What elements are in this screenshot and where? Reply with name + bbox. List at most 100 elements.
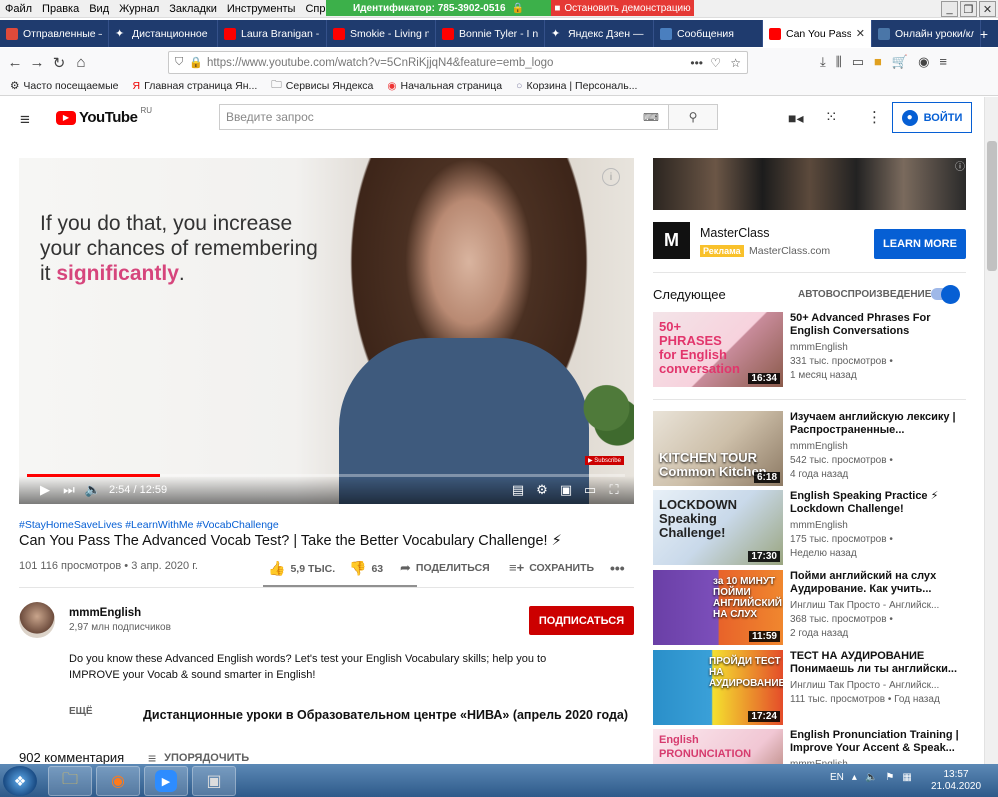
channel-name[interactable]: mmmEnglish xyxy=(69,607,141,619)
page-scrollbar[interactable] xyxy=(984,97,998,764)
flag-icon[interactable]: ⚑ xyxy=(885,772,894,783)
gear-icon[interactable]: ⚙ xyxy=(530,478,554,502)
tab-3[interactable]: Smokie - Living ne xyxy=(327,20,436,47)
like-button[interactable]: 👍 5,9 ТЫС. xyxy=(268,560,335,577)
bookmark-flag-icon[interactable]: ■ xyxy=(874,54,882,70)
taskbar-app[interactable]: ▣ xyxy=(192,766,236,796)
sidebar-icon[interactable]: ▭ xyxy=(852,54,864,70)
masterclass-logo[interactable]: M xyxy=(653,222,690,259)
miniplayer-icon[interactable]: ▣ xyxy=(554,478,578,502)
youtube-logo[interactable]: ▶ YouTube RU xyxy=(56,106,152,126)
download-icon[interactable]: ⤓ xyxy=(820,54,826,70)
bookmark-frequent[interactable]: ⚙ Часто посещаемые xyxy=(10,80,119,92)
search-input[interactable]: Введите запрос xyxy=(219,104,669,130)
scroll-thumb[interactable] xyxy=(987,141,997,271)
pocket-icon[interactable]: ♡ xyxy=(710,56,721,70)
video-camera-icon[interactable]: ■◂ xyxy=(788,110,803,127)
menu-tools[interactable]: Инструменты xyxy=(222,3,301,15)
keyboard-icon[interactable]: ⌨ xyxy=(643,111,659,124)
tab-6[interactable]: Сообщения xyxy=(654,20,763,47)
bookmark-start-page[interactable]: ◉ Начальная страница xyxy=(387,80,502,92)
show-more-button[interactable]: ЕЩЁ xyxy=(69,706,93,717)
list-item[interactable]: KITCHEN TOUR Common Kitchen 6:18 Изучаем… xyxy=(653,411,966,486)
tab-1[interactable]: ✦ Дистанционное С xyxy=(109,20,218,47)
next-icon[interactable]: ⏭ xyxy=(57,478,81,502)
network-icon[interactable]: ▦ xyxy=(902,772,911,783)
list-item[interactable]: English PRONUNCIATION English Pronunciat… xyxy=(653,729,966,764)
share-button[interactable]: ➦ ПОДЕЛИТЬСЯ xyxy=(400,560,490,576)
ad-info-icon[interactable]: ⓘ xyxy=(955,158,965,173)
menu-file[interactable]: Файл xyxy=(0,3,37,15)
hashtags[interactable]: #StayHomeSaveLives #LearnWithMe #VocabCh… xyxy=(19,519,279,531)
fullscreen-icon[interactable]: ⛶ xyxy=(602,478,626,502)
forward-icon[interactable]: → xyxy=(26,52,48,74)
close-tab-icon[interactable]: ✕ xyxy=(856,27,865,40)
subscribe-watermark[interactable]: ▶ Subscribe xyxy=(585,456,624,465)
tab-8[interactable]: Онлайн уроки/кл xyxy=(872,20,981,47)
play-icon[interactable]: ▶ xyxy=(33,478,57,502)
tab-7-active[interactable]: Can You Pass ✕ xyxy=(763,20,872,47)
list-item[interactable]: 50+ PHRASES for English conversation 16:… xyxy=(653,312,966,387)
video-thumbnail[interactable]: 50+ PHRASES for English conversation 16:… xyxy=(653,312,783,387)
subscribe-button[interactable]: ПОДПИСАТЬСЯ xyxy=(529,606,634,635)
more-icon[interactable]: ••• xyxy=(690,56,703,70)
save-button[interactable]: ≡+ СОХРАНИТЬ xyxy=(509,560,594,575)
minimize-button[interactable]: _ xyxy=(941,1,958,17)
taskbar-zoom[interactable]: ▶ xyxy=(144,766,188,796)
ad-banner-image[interactable] xyxy=(653,158,966,210)
cart-icon[interactable]: 🛒 xyxy=(892,54,908,70)
new-tab-button[interactable]: + xyxy=(970,20,998,47)
stop-demo-button[interactable]: ■ Остановить демонстрацию xyxy=(551,0,694,16)
signin-button[interactable]: ● ВОЙТИ xyxy=(892,102,972,133)
learn-more-button[interactable]: LEARN MORE xyxy=(874,229,966,259)
search-button[interactable]: ⚲ xyxy=(668,104,718,130)
start-button[interactable]: ❖ xyxy=(3,766,37,796)
url-bar[interactable]: ⛉ 🔒 https://www.youtube.com/watch?v=5CnR… xyxy=(168,51,748,74)
volume-icon[interactable]: 🔈 xyxy=(81,478,105,502)
video-thumbnail[interactable]: за 10 МИНУТ ПОЙМИ АНГЛИЙСКИЙ НА СЛУХ 11:… xyxy=(653,570,783,645)
video-thumbnail[interactable]: ПРОЙДИ ТЕСТ НА АУДИРОВАНИЕ 17:24 xyxy=(653,650,783,725)
menu-view[interactable]: Вид xyxy=(84,3,114,15)
video-thumbnail[interactable]: LOCKDOWN Speaking Challenge! 17:30 xyxy=(653,490,783,565)
autoplay-toggle-knob[interactable] xyxy=(941,285,960,304)
taskbar-firefox[interactable]: ◉ xyxy=(96,766,140,796)
maximize-button[interactable]: ❐ xyxy=(960,1,977,17)
bookmark-yandex[interactable]: Я Главная страница Ян... xyxy=(133,80,258,92)
avatar[interactable] xyxy=(19,602,55,638)
hamburger-icon[interactable]: ≡ xyxy=(20,110,30,130)
video-thumbnail[interactable]: English PRONUNCIATION xyxy=(653,729,783,764)
library-icon[interactable]: ⫼ xyxy=(836,54,842,70)
tab-4[interactable]: Bonnie Tyler - I ne xyxy=(436,20,545,47)
star-icon[interactable]: ☆ xyxy=(730,56,741,70)
menu-history[interactable]: Журнал xyxy=(114,3,164,15)
close-window-button[interactable]: ✕ xyxy=(979,1,996,17)
settings-dots-icon[interactable]: ⋮ xyxy=(867,108,882,126)
language-indicator[interactable]: EN xyxy=(830,772,844,783)
video-thumbnail[interactable]: KITCHEN TOUR Common Kitchen 6:18 xyxy=(653,411,783,486)
menu-icon[interactable]: ≡ xyxy=(939,54,947,70)
dislike-button[interactable]: 👎 63 xyxy=(349,560,383,577)
menu-edit[interactable]: Правка xyxy=(37,3,84,15)
ad-name[interactable]: MasterClass xyxy=(700,226,769,240)
subtitles-icon[interactable]: ▤ xyxy=(506,478,530,502)
menu-bookmarks[interactable]: Закладки xyxy=(164,3,222,15)
taskbar-explorer[interactable]: 🗀 xyxy=(48,766,92,796)
speaker-icon[interactable]: 🔈 xyxy=(865,772,877,783)
list-item[interactable]: LOCKDOWN Speaking Challenge! 17:30 Engli… xyxy=(653,490,966,565)
reload-icon[interactable]: ↻ xyxy=(48,52,70,74)
tab-0[interactable]: Отправленные — xyxy=(0,20,109,47)
list-item[interactable]: ПРОЙДИ ТЕСТ НА АУДИРОВАНИЕ 17:24 ТЕСТ НА… xyxy=(653,650,966,725)
more-actions-icon[interactable]: ••• xyxy=(610,560,625,576)
list-item[interactable]: за 10 МИНУТ ПОЙМИ АНГЛИЙСКИЙ НА СЛУХ 11:… xyxy=(653,570,966,645)
video-player[interactable]: If you do that, you increase your chance… xyxy=(19,158,634,504)
home-icon[interactable]: ⌂ xyxy=(70,52,92,74)
bookmark-yandex-services[interactable]: 🗀 Сервисы Яндекса xyxy=(271,77,373,95)
system-clock[interactable]: 13:57 21.04.2020 xyxy=(928,769,984,793)
tab-2[interactable]: Laura Branigan - G xyxy=(218,20,327,47)
theater-icon[interactable]: ▭ xyxy=(578,478,602,502)
tab-5[interactable]: ✦ Яндекс Дзен — ни xyxy=(545,20,654,47)
apps-grid-icon[interactable]: ⁙ xyxy=(825,108,838,126)
account-icon[interactable]: ◉ xyxy=(918,54,929,70)
bookmark-cart[interactable]: ○ Корзина | Персональ... xyxy=(516,80,637,92)
info-icon[interactable]: i xyxy=(602,168,620,186)
